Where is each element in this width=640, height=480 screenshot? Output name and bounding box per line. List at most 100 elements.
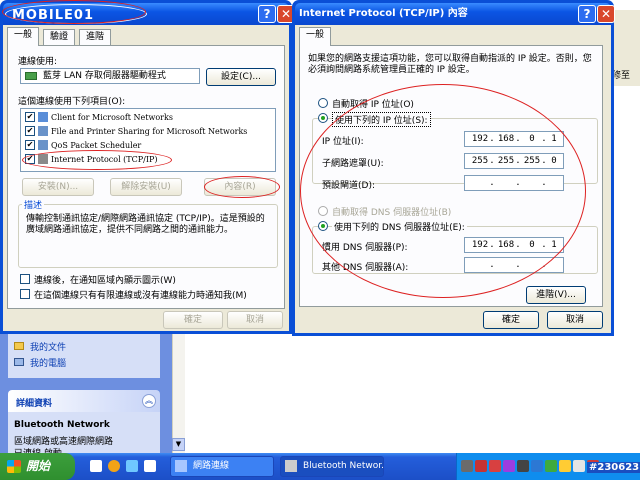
gateway-label: 預設閘道(D):: [322, 181, 375, 191]
checkbox-item-4[interactable]: ✔: [25, 154, 35, 164]
explorer-sidebar: 我的文件 我的電腦 詳細資料 ︽ Bluetooth Network 區域網路或…: [0, 330, 185, 459]
sidebar-link-my-documents[interactable]: 我的文件: [30, 340, 66, 353]
list-item[interactable]: ✔ QoS Packet Scheduler: [25, 139, 265, 152]
watermark-id: #230623: [587, 462, 640, 473]
tab-general[interactable]: 一般: [7, 27, 40, 46]
help-button[interactable]: ?: [578, 5, 596, 23]
notify-label: 在這個連線只有有限連線或沒有連線能力時通知我(M): [34, 291, 247, 301]
left-ok-button[interactable]: 確定: [163, 311, 223, 329]
taskbar-item-label: 網路連線: [193, 461, 230, 471]
connect-using-label: 連線使用:: [18, 57, 58, 67]
left-tabpanel: 連線使用: 藍芽 LAN 存取伺服器驅動程式 設定(C)... 這個連線使用下列…: [7, 45, 285, 309]
tcp-tabpanel: 如果您的網路支援這項功能，您可以取得自動指派的 IP 設定。否則，您必須詢問網路…: [299, 45, 603, 307]
pref-dns-field[interactable]: 192 . 168 . 0 . 1: [464, 237, 564, 253]
list-item-label: QoS Packet Scheduler: [51, 141, 142, 150]
ie-icon[interactable]: [108, 460, 120, 472]
subnet-label: 子網路遮罩(U):: [322, 159, 384, 169]
checkbox-item-2[interactable]: ✔: [25, 126, 35, 136]
left-dialog-titlebar: MOBILE01 ? ✕: [3, 3, 295, 25]
intro-text: 如果您的網路支援這項功能，您可以取得自動指派的 IP 設定。否則，您必須詢問網路…: [308, 54, 592, 75]
checkbox-item-1[interactable]: ✔: [25, 112, 35, 122]
notify-checkbox[interactable]: [20, 289, 30, 299]
tcpip-properties-dialog: Internet Protocol (TCP/IP) 內容 ? ✕ 一般 如果您…: [292, 0, 615, 336]
tcp-ok-button[interactable]: 確定: [483, 311, 539, 329]
taskbar: 開始 網路連線 Bluetooth Networ... #230623: [0, 453, 640, 480]
quicklaunch-icon[interactable]: [90, 460, 102, 472]
tcp-dialog-client: 一般 如果您的網路支援這項功能，您可以取得自動指派的 IP 設定。否則，您必須詢…: [295, 25, 611, 333]
install-button[interactable]: 安裝(N)...: [22, 178, 94, 196]
tray-icon[interactable]: [559, 460, 571, 472]
tray-icon[interactable]: [489, 460, 501, 472]
media-icon[interactable]: [126, 460, 138, 472]
advanced-button[interactable]: 進階(V)...: [526, 286, 586, 304]
auto-dns-label: 自動取得 DNS 伺服器位址(B): [332, 208, 452, 218]
list-item[interactable]: ✔ Client for Microsoft Networks: [25, 111, 265, 124]
qos-icon: [38, 140, 48, 150]
tab-advanced[interactable]: 進階: [79, 29, 112, 45]
gateway-field[interactable]: . . .: [464, 175, 564, 191]
explorer-scrollbar-arrow[interactable]: ▼: [172, 438, 185, 451]
dns-octet: 1: [551, 240, 557, 250]
left-dialog-client: 一般 驗證 進階 連線使用: 藍芽 LAN 存取伺服器驅動程式 設定(C)...…: [3, 25, 289, 331]
mobile01-logo: MOBILE01: [5, 4, 147, 24]
tray-icon[interactable]: [461, 460, 473, 472]
pref-dns-label: 慣用 DNS 伺服器(P):: [322, 243, 408, 253]
subnet-field[interactable]: 255 . 255 . 255 . 0: [464, 153, 564, 169]
description-title: 描述: [22, 198, 45, 211]
components-list[interactable]: ✔ Client for Microsoft Networks ✔ File a…: [20, 108, 276, 172]
uninstall-button[interactable]: 解除安裝(U): [110, 178, 182, 196]
use-dns-radio[interactable]: [318, 221, 328, 231]
chevron-up-icon[interactable]: ︽: [142, 394, 156, 408]
description-text: 傳輸控制通訊協定/網際網路通訊協定 (TCP/IP)。這是預設的廣域網路通訊協定…: [26, 214, 265, 235]
list-item[interactable]: ✔ Internet Protocol (TCP/IP): [25, 153, 265, 166]
sidebar-scrollbar[interactable]: [172, 330, 185, 453]
auto-ip-radio[interactable]: [318, 98, 328, 108]
taskbar-item-bluetooth[interactable]: Bluetooth Networ...: [280, 456, 384, 477]
properties-button[interactable]: 內容(R): [204, 178, 276, 196]
tray-icon[interactable]: [573, 460, 585, 472]
start-button[interactable]: 開始: [0, 453, 75, 480]
tab-authentication[interactable]: 驗證: [43, 29, 76, 45]
close-button[interactable]: ✕: [597, 5, 615, 23]
sidebar-link-my-computer[interactable]: 我的電腦: [30, 356, 66, 369]
computer-icon: [14, 358, 24, 366]
client-icon: [38, 112, 48, 122]
auto-ip-label: 自動取得 IP 位址(O): [332, 100, 414, 110]
items-label: 這個連線使用下列項目(O):: [18, 97, 126, 107]
details-header[interactable]: 詳細資料 ︽: [8, 390, 160, 412]
list-item[interactable]: ✔ File and Printer Sharing for Microsoft…: [25, 125, 265, 138]
use-ip-radio[interactable]: [318, 113, 328, 123]
quicklaunch-icon[interactable]: [144, 460, 156, 472]
left-cancel-button[interactable]: 取消: [227, 311, 283, 329]
tray-icon[interactable]: [531, 460, 543, 472]
tcp-dialog-title: Internet Protocol (TCP/IP) 內容: [299, 8, 468, 19]
adapter-field: 藍芽 LAN 存取伺服器驅動程式: [20, 68, 200, 84]
tray-icon[interactable]: [503, 460, 515, 472]
list-item-label: Internet Protocol (TCP/IP): [51, 155, 158, 164]
connection-properties-dialog: MOBILE01 ? ✕ 一般 驗證 進階 連線使用: 藍芽 LAN 存取伺服器…: [0, 0, 295, 334]
tray-icon[interactable]: [517, 460, 529, 472]
ip-label: IP 位址(I):: [322, 137, 364, 147]
show-icon-checkbox[interactable]: [20, 274, 30, 284]
tcp-dialog-titlebar: Internet Protocol (TCP/IP) 內容 ? ✕: [295, 3, 615, 25]
help-button[interactable]: ?: [258, 5, 276, 23]
configure-button[interactable]: 設定(C)...: [206, 68, 276, 86]
details-panel: Bluetooth Network 區域網路或高速網際網路 已連線 啟動: [8, 412, 160, 459]
tcp-cancel-button[interactable]: 取消: [547, 311, 603, 329]
tray-icon[interactable]: [545, 460, 557, 472]
alt-dns-field[interactable]: . . .: [464, 257, 564, 273]
taskbar-item-label: Bluetooth Networ...: [303, 461, 384, 471]
start-label: 開始: [26, 459, 51, 473]
printer-share-icon: [38, 126, 48, 136]
taskbar-item-network[interactable]: 網路連線: [170, 456, 274, 477]
tray-icon[interactable]: [475, 460, 487, 472]
list-item-label: Client for Microsoft Networks: [51, 113, 173, 122]
ip-address-field[interactable]: 192 . 168 . 0 . 1: [464, 131, 564, 147]
use-ip-label: 使用下列的 IP 位址(S):: [332, 112, 431, 127]
alt-dns-label: 其他 DNS 伺服器(A):: [322, 263, 409, 273]
checkbox-item-3[interactable]: ✔: [25, 140, 35, 150]
tab-general[interactable]: 一般: [299, 27, 332, 46]
network-connection-icon: [285, 460, 297, 472]
ip-octet: 1: [551, 134, 557, 144]
auto-dns-radio[interactable]: [318, 206, 328, 216]
